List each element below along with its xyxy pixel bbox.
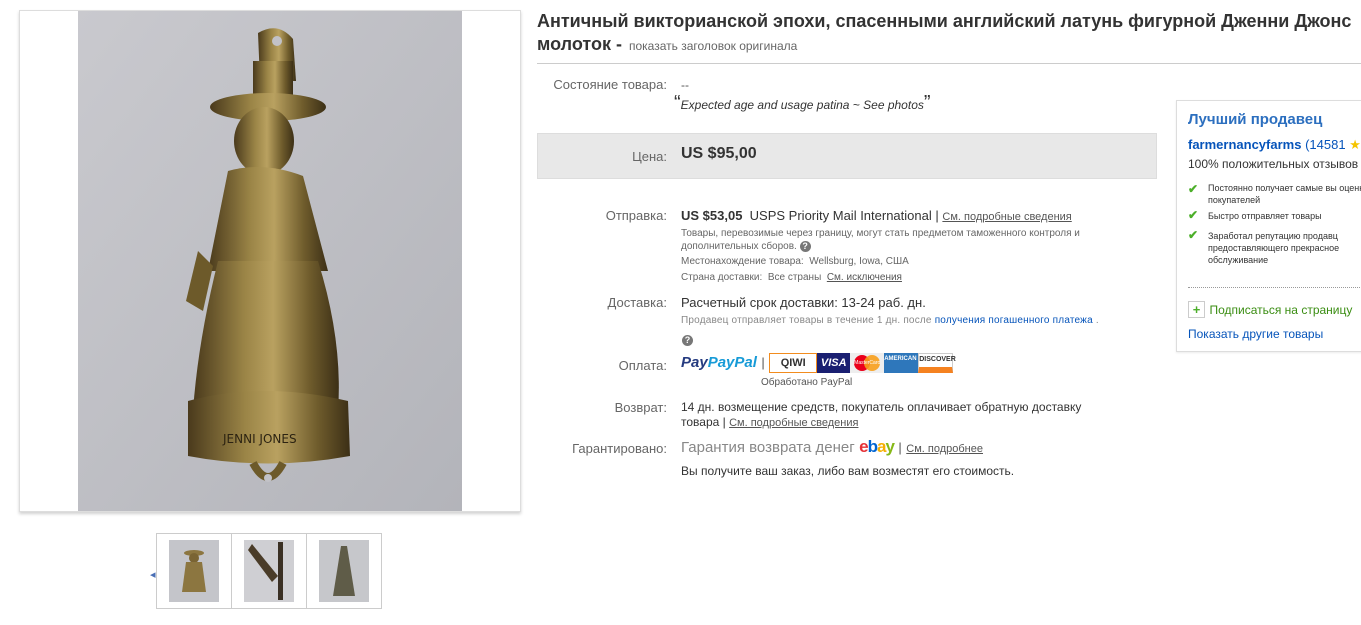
thumbnail-1-image	[169, 540, 219, 602]
see-other-items-link[interactable]: Показать другие товары	[1188, 327, 1323, 341]
open-quote-icon: “	[674, 92, 681, 114]
condition-label: Состояние товара:	[553, 77, 667, 92]
seller-point-text: Быстро отправляет товары	[1208, 211, 1322, 221]
help-icon[interactable]: ?	[799, 240, 811, 252]
show-original-title-link[interactable]: показать заголовок оригинала	[629, 39, 797, 53]
feedback-score[interactable]: (14581	[1305, 137, 1345, 152]
paypal-logo-text: PayPal	[707, 354, 757, 371]
feedback-star-icon: ★	[1349, 137, 1361, 152]
item-title: Античный викторианской эпохи, спасенными…	[537, 11, 1352, 31]
checkmark-icon: ✔	[1188, 208, 1199, 222]
exclusions-link[interactable]: См. исключения	[827, 272, 902, 283]
title-divider	[537, 63, 1361, 64]
guarantee-label: Гарантировано:	[572, 441, 667, 456]
checkmark-icon: ✔	[1188, 228, 1199, 242]
shipping-service: USPS Priority Mail International	[749, 208, 932, 223]
seller-point-text: Постоянно получает самые вы оценки покуп…	[1208, 183, 1361, 205]
positive-feedback: 100% положительных отзывов	[1188, 157, 1359, 171]
cleared-payment-link[interactable]: получения погашенного платежа	[935, 315, 1093, 326]
ebay-logo-e: e	[859, 437, 869, 456]
seller-point-text: Заработал репутацию продавц предоставляю…	[1208, 231, 1340, 265]
qiwi-logo: QIWI	[769, 353, 818, 373]
condition-value: --	[681, 78, 689, 92]
mastercard-text: MasterCard	[854, 360, 881, 366]
top-seller-heading: Лучший продавец	[1188, 111, 1323, 128]
shipping-label: Отправка:	[605, 208, 667, 223]
processed-by-paypal: Обработано PayPal	[761, 377, 853, 388]
close-quote-icon: ”	[923, 92, 931, 114]
seller-name-line: farmernancyfarms (14581 ★	[1188, 137, 1361, 153]
shipping-line: US $53,05 USPS Priority Mail Internation…	[681, 208, 1072, 223]
main-image-frame[interactable]: JENNI JONES	[19, 10, 521, 512]
ships-to-value: Все страны	[767, 272, 822, 283]
seller-point: ✔ Быстро отправляет товары	[1188, 208, 1361, 228]
discover-logo: DISCOVER	[918, 353, 956, 373]
returns-policy-line2: товара | См. подробные сведения	[681, 415, 858, 429]
thumbnail-2-image	[244, 540, 294, 602]
returns-details-link[interactable]: См. подробные сведения	[729, 417, 858, 429]
returns-label: Возврат:	[614, 400, 667, 415]
guarantee-note: Вы получите ваш заказ, либо вам возместя…	[681, 464, 1015, 478]
thumbnail-1[interactable]	[156, 533, 232, 609]
ships-to: Страна доставки: Все страны См. исключен…	[681, 272, 902, 283]
thumbnail-scroll-marker[interactable]: ◂	[150, 568, 156, 581]
checkmark-icon: ✔	[1188, 182, 1199, 196]
ebay-logo-b: b	[867, 437, 878, 456]
seller-point: ✔ Постоянно получает самые вы оценки пок…	[1188, 182, 1361, 208]
money-back-guarantee: Гарантия возврата денег ebay | См. подро…	[681, 437, 983, 456]
price-label: Цена:	[632, 149, 667, 164]
subscribe-link[interactable]: Подписаться на страницу	[1209, 303, 1352, 317]
svg-text:JENNI JONES: JENNI JONES	[222, 432, 297, 446]
returns-policy: 14 дн. возмещение средств, покупатель оп…	[681, 400, 1082, 414]
thumbnail-2[interactable]	[231, 533, 307, 609]
seller-info-box: Лучший продавец farmernancyfarms (14581 …	[1176, 100, 1361, 352]
plus-icon[interactable]: +	[1188, 301, 1205, 319]
paypal-logo: PayPayPal	[681, 354, 757, 371]
main-product-image[interactable]: JENNI JONES	[78, 11, 462, 511]
thumbnail-3-image	[319, 540, 369, 602]
ebay-logo: ebay	[859, 437, 896, 456]
item-location-value: Wellsburg, Iowa, США	[809, 256, 909, 267]
returns-policy-text2: товара |	[681, 415, 726, 429]
seller-points: ✔ Постоянно получает самые вы оценки пок…	[1188, 182, 1361, 268]
payment-methods: PayPayPal | QIWI VISA MasterCardAMERICAN E…	[681, 353, 956, 373]
handling-time: Продавец отправляет товары в течение 1 д…	[681, 315, 1099, 326]
handling-time-text: Продавец отправляет товары в течение 1 д…	[681, 315, 932, 326]
seller-point: ✔ Заработал репутацию продавц предоставл…	[1188, 228, 1361, 268]
guarantee-more-link[interactable]: См. подробнее	[906, 443, 983, 455]
shipping-separator: |	[935, 208, 939, 223]
shipping-cost: US $53,05	[681, 208, 743, 223]
guarantee-text: Гарантия возврата денег	[681, 439, 855, 456]
ebay-logo-a: a	[877, 437, 887, 456]
price-value: US $95,00	[681, 145, 757, 162]
seller-divider	[1188, 287, 1361, 288]
visa-logo: VISA	[817, 353, 851, 373]
item-title-line2: молоток - показать заголовок оригинала	[537, 33, 797, 58]
condition-quote: Expected age and usage patina ~ See phot…	[680, 98, 924, 112]
delivery-help-icon[interactable]: ?	[682, 335, 693, 347]
handling-time-suffix: .	[1095, 315, 1099, 326]
customs-note-text: Товары, перевозимые через границу, могут…	[681, 228, 1080, 252]
amex-logo: AMERICAN EXPRESS	[884, 353, 947, 373]
seller-name-link[interactable]: farmernancyfarms	[1188, 137, 1301, 152]
shipping-details-link[interactable]: См. подробные сведения	[942, 211, 1071, 223]
item-location-label: Местонахождение товара:	[681, 256, 804, 267]
payment-label: Оплата:	[618, 358, 667, 373]
item-title-continued: молоток -	[537, 34, 622, 54]
mastercard-logo: MasterCard	[850, 353, 885, 373]
subscribe-row[interactable]: + Подписаться на страницу	[1188, 301, 1352, 319]
delivery-label: Доставка:	[607, 295, 667, 310]
delivery-estimate: Расчетный срок доставки: 13-24 раб. дн.	[681, 295, 926, 310]
condition-description: “Expected age and usage patina ~ See pho…	[674, 92, 931, 115]
ships-to-label: Страна доставки:	[681, 272, 763, 283]
item-location: Местонахождение товара: Wellsburg, Iowa,…	[681, 256, 909, 267]
customs-note: Товары, перевозимые через границу, могут…	[681, 227, 1121, 253]
payment-separator: |	[761, 355, 765, 371]
thumbnail-3[interactable]	[306, 533, 382, 609]
ebay-logo-y: y	[885, 437, 896, 456]
